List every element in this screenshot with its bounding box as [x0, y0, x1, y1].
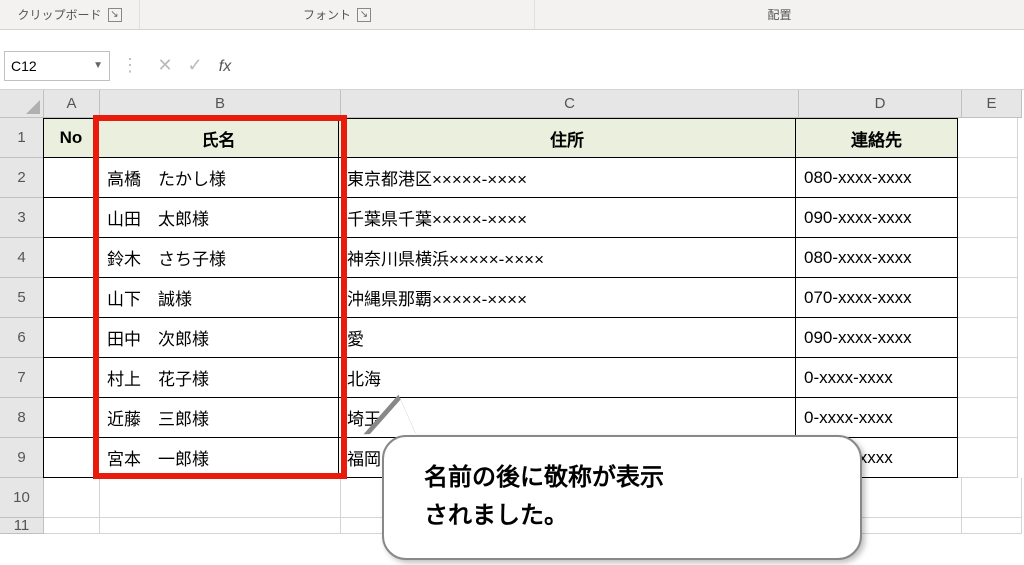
cell[interactable] [958, 118, 1018, 158]
row-header[interactable]: 11 [0, 518, 44, 534]
cell[interactable] [44, 518, 100, 534]
spreadsheet-grid: A B C D E 1 No 氏名 住所 連絡先 2 高橋 たかし様 東京都港区… [0, 90, 1024, 534]
row-header[interactable]: 1 [0, 118, 44, 158]
formula-input[interactable] [240, 51, 1020, 81]
col-header-E[interactable]: E [962, 90, 1022, 118]
cell-contact[interactable]: 070-xxxx-xxxx [795, 277, 958, 318]
row-header[interactable]: 9 [0, 438, 44, 478]
cell[interactable] [43, 237, 99, 278]
name-box-value: C12 [11, 58, 37, 74]
formula-bar-row: C12 ▼ ⋮ ✕ ✓ fx [0, 42, 1024, 90]
column-headers: A B C D E [44, 90, 1024, 118]
row-header[interactable]: 3 [0, 198, 44, 238]
row-header[interactable]: 5 [0, 278, 44, 318]
header-cell-no[interactable]: No [43, 118, 99, 158]
table-row: 2 高橋 たかし様 東京都港区×××××-×××× 080-xxxx-xxxx [0, 158, 1024, 198]
enter-formula-icon: ✓ [180, 55, 210, 76]
ribbon-label: 配置 [767, 6, 791, 23]
table-row: 4 鈴木 さち子様 神奈川県横浜×××××-×××× 080-xxxx-xxxx [0, 238, 1024, 278]
cell[interactable] [44, 478, 100, 518]
callout-annotation: 名前の後に敬称が表示 されました。 [382, 435, 862, 565]
cell[interactable] [962, 478, 1022, 518]
cell[interactable] [958, 398, 1018, 438]
col-header-D[interactable]: D [799, 90, 962, 118]
header-cell-name[interactable]: 氏名 [98, 118, 339, 158]
callout-text-line2: されました。 [424, 497, 820, 535]
row-header[interactable]: 6 [0, 318, 44, 358]
cell-name[interactable]: 宮本 一郎様 [98, 437, 339, 478]
select-all-corner[interactable] [0, 90, 44, 118]
col-header-B[interactable]: B [100, 90, 341, 118]
col-header-C[interactable]: C [341, 90, 799, 118]
table-row: 8 近藤 三郎様 埼玉 0-xxxx-xxxx [0, 398, 1024, 438]
ribbon-label: クリップボード [17, 6, 101, 23]
cell[interactable] [958, 358, 1018, 398]
cell-contact[interactable]: 090-xxxx-xxxx [795, 197, 958, 238]
header-cell-address[interactable]: 住所 [338, 118, 796, 158]
row-header[interactable]: 7 [0, 358, 44, 398]
cell[interactable] [958, 278, 1018, 318]
table-row: 1 No 氏名 住所 連絡先 [0, 118, 1024, 158]
table-row: 7 村上 花子様 北海 0-xxxx-xxxx [0, 358, 1024, 398]
cell[interactable] [100, 478, 341, 518]
header-cell-contact[interactable]: 連絡先 [795, 118, 958, 158]
cell-contact[interactable]: 080-xxxx-xxxx [795, 157, 958, 198]
col-header-A[interactable]: A [44, 90, 100, 118]
cell[interactable] [958, 238, 1018, 278]
cell[interactable] [43, 317, 99, 358]
cell[interactable] [43, 357, 99, 398]
cell[interactable] [43, 197, 99, 238]
ribbon-group-font: フォント ↘ [140, 0, 535, 29]
cell-address[interactable]: 愛 [338, 317, 796, 358]
cell[interactable] [43, 157, 99, 198]
cell-contact[interactable]: 090-xxxx-xxxx [795, 317, 958, 358]
dialog-launcher-icon[interactable]: ↘ [108, 8, 122, 22]
cell-name[interactable]: 近藤 三郎様 [98, 397, 339, 438]
cancel-formula-icon: ✕ [150, 55, 180, 76]
ribbon-group-labels: クリップボード ↘ フォント ↘ 配置 [0, 0, 1024, 30]
cell[interactable] [958, 318, 1018, 358]
ribbon-group-clipboard: クリップボード ↘ [0, 0, 140, 29]
cell[interactable] [43, 277, 99, 318]
chevron-down-icon[interactable]: ▼ [93, 60, 103, 71]
cell-name[interactable]: 山田 太郎様 [98, 197, 339, 238]
cell-address[interactable]: 東京都港区×××××-×××× [338, 157, 796, 198]
cell[interactable] [958, 198, 1018, 238]
row-header[interactable]: 8 [0, 398, 44, 438]
row-header[interactable]: 4 [0, 238, 44, 278]
cell-contact[interactable]: 0-xxxx-xxxx [795, 357, 958, 398]
cell-contact[interactable]: 080-xxxx-xxxx [795, 237, 958, 278]
cell-address[interactable]: 北海 [338, 357, 796, 398]
ribbon-group-alignment: 配置 [535, 0, 1024, 29]
cell[interactable] [43, 397, 99, 438]
cell[interactable] [958, 438, 1018, 478]
cell[interactable] [962, 518, 1022, 534]
cell-address[interactable]: 千葉県千葉×××××-×××× [338, 197, 796, 238]
dialog-launcher-icon[interactable]: ↘ [357, 8, 371, 22]
cell[interactable] [43, 437, 99, 478]
cell-name[interactable]: 田中 次郎様 [98, 317, 339, 358]
cell-name[interactable]: 村上 花子様 [98, 357, 339, 398]
table-row: 5 山下 誠様 沖縄県那覇×××××-×××× 070-xxxx-xxxx [0, 278, 1024, 318]
callout-text-line1: 名前の後に敬称が表示 [424, 459, 820, 497]
table-row: 6 田中 次郎様 愛 090-xxxx-xxxx [0, 318, 1024, 358]
ribbon-label: フォント [303, 6, 351, 23]
row-header[interactable]: 10 [0, 478, 44, 518]
cell-contact[interactable]: 0-xxxx-xxxx [795, 397, 958, 438]
fx-icon[interactable]: fx [210, 55, 240, 76]
cell-name[interactable]: 鈴木 さち子様 [98, 237, 339, 278]
name-box[interactable]: C12 ▼ [4, 51, 110, 81]
table-row: 3 山田 太郎様 千葉県千葉×××××-×××× 090-xxxx-xxxx [0, 198, 1024, 238]
separator: ⋮ [110, 55, 150, 76]
row-header[interactable]: 2 [0, 158, 44, 198]
cell[interactable] [958, 158, 1018, 198]
cell-address[interactable]: 沖縄県那覇×××××-×××× [338, 277, 796, 318]
cell-name[interactable]: 山下 誠様 [98, 277, 339, 318]
cell-name[interactable]: 高橋 たかし様 [98, 157, 339, 198]
cell-address[interactable]: 神奈川県横浜×××××-×××× [338, 237, 796, 278]
cell[interactable] [100, 518, 341, 534]
